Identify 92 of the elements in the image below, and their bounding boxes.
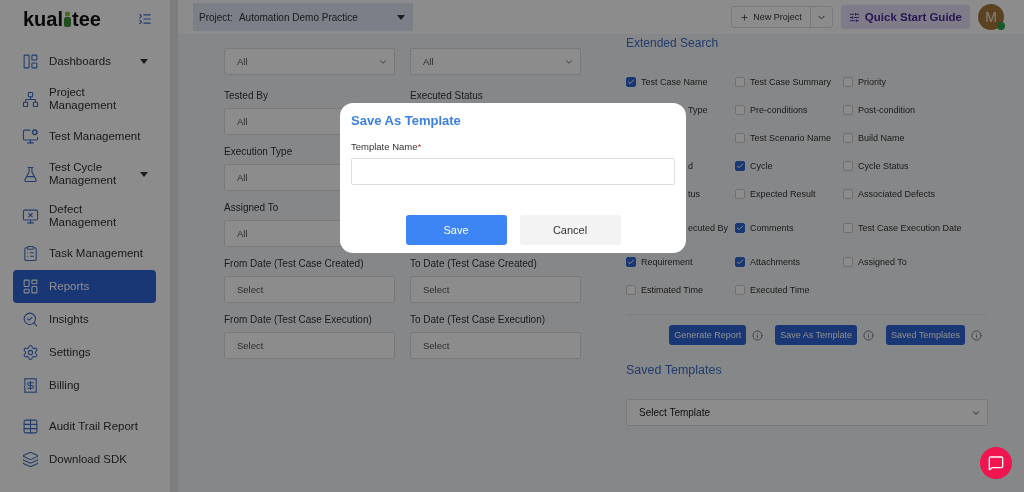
nav-icon: [22, 90, 39, 108]
sidebar-item[interactable]: Task Management: [13, 237, 156, 270]
field-label: To Date (Test Case Execution): [410, 314, 546, 327]
checkbox[interactable]: [735, 257, 745, 267]
sidebar-item[interactable]: Defect Management: [13, 195, 156, 237]
status-dot: [997, 22, 1005, 30]
collapse-menu-icon[interactable]: [138, 12, 152, 26]
caret-icon: [140, 171, 148, 177]
cancel-button[interactable]: Cancel: [519, 215, 621, 245]
info-icon[interactable]: [863, 329, 875, 341]
checkbox-label: Test Case Summary: [750, 76, 832, 88]
field-label: From Date (Test Case Execution): [224, 314, 372, 327]
checkbox[interactable]: [735, 223, 745, 233]
sidebar-item[interactable]: Project Management: [13, 78, 156, 120]
chat-icon: [988, 455, 1004, 471]
checkbox[interactable]: [626, 77, 636, 87]
nav-icon: [22, 377, 39, 394]
checkbox-label: Cycle Status: [858, 160, 909, 172]
quick-start-button[interactable]: Quick Start Guide: [840, 5, 970, 29]
nav-icon: [22, 245, 39, 262]
checkbox-label: Test Case Execution Date: [858, 222, 962, 234]
avatar[interactable]: M: [978, 4, 1004, 30]
checkbox-label: Associated Defects: [858, 188, 936, 200]
info-icon[interactable]: [752, 329, 764, 341]
save-button[interactable]: Save: [405, 215, 507, 245]
checkbox-label: Post-condition: [858, 104, 916, 116]
checkbox-label: Attachments: [750, 256, 801, 268]
checkbox-label: Assigned To: [858, 256, 907, 268]
nav-icon: [22, 207, 39, 225]
sidebar-item[interactable]: Download SDK: [13, 443, 156, 476]
action-button[interactable]: Save As Template: [775, 325, 858, 345]
info-icon[interactable]: [971, 329, 982, 341]
chat-button[interactable]: [980, 447, 1012, 479]
sidebar-item[interactable]: Dashboards: [13, 45, 156, 78]
template-name-field[interactable]: [351, 158, 675, 185]
section-title: Extended Search: [626, 36, 720, 50]
field-label: Executed Status: [410, 90, 483, 103]
field-label: Assigned To: [224, 202, 279, 215]
sidebar-item[interactable]: Settings: [13, 336, 156, 369]
logo: kual tee: [23, 7, 101, 31]
section-title: Saved Templates: [626, 363, 723, 377]
field-label: To Date (Test Case Created): [410, 258, 537, 271]
action-button[interactable]: Saved Templates: [886, 325, 965, 345]
sliders-icon: [848, 11, 860, 23]
select-field[interactable]: Select: [224, 276, 395, 303]
sidebar-item[interactable]: Reports: [13, 270, 156, 303]
sidebar-item[interactable]: Test Cycle Management: [13, 153, 156, 195]
checkbox-label: Test Scenario Name: [750, 132, 832, 144]
nav-icon: [22, 165, 39, 183]
sidebar-item[interactable]: Insights: [13, 303, 156, 336]
checkbox[interactable]: [735, 161, 745, 171]
nav-icon: [22, 311, 39, 328]
checkbox-label: Type: [688, 105, 708, 115]
checkbox-label: Test Case Name: [641, 76, 708, 88]
checkbox-label: d: [688, 161, 693, 171]
select-field[interactable]: All: [410, 48, 581, 75]
select-field[interactable]: Select: [224, 332, 395, 359]
nav-icon: [22, 128, 39, 145]
nav-icon: [22, 418, 39, 435]
checkbox-label: ecuted By: [688, 223, 729, 233]
nav-icon: [22, 451, 39, 468]
checkbox-label: Expected Result: [750, 188, 816, 200]
select-field[interactable]: All: [224, 48, 395, 75]
sidebar-item[interactable]: Test Management: [13, 120, 156, 153]
checkbox-label: Priority: [858, 76, 886, 88]
checkbox-label: Pre-conditions: [750, 104, 808, 116]
caret-icon: [397, 14, 405, 20]
checkbox-label: Estimated Time: [641, 284, 704, 296]
select-field[interactable]: Select: [410, 332, 581, 359]
field-label: From Date (Test Case Created): [224, 258, 364, 271]
template-select[interactable]: Select Template: [626, 399, 988, 426]
project-selector[interactable]: Project: Automation Demo Practice: [193, 3, 413, 31]
sidebar-item[interactable]: Audit Trail Report: [13, 410, 156, 443]
plus-icon: [740, 12, 750, 22]
nav-icon: [22, 278, 39, 295]
checkbox-label: tus: [688, 189, 700, 199]
robot-icon: [63, 11, 73, 27]
sidebar-item[interactable]: Billing: [13, 369, 156, 402]
checkbox[interactable]: [626, 257, 636, 267]
checkbox-label: Requirement: [641, 256, 693, 268]
select-field[interactable]: Select: [410, 276, 581, 303]
checkbox-label: Cycle: [750, 160, 773, 172]
nav-icon: [22, 53, 39, 70]
nav-icon: [22, 344, 39, 361]
field-label: Template Name*: [351, 141, 423, 152]
action-button[interactable]: Generate Report: [669, 325, 747, 345]
caret-icon: [140, 59, 148, 64]
checkbox-label: Comments: [750, 222, 794, 234]
field-label: Tested By: [224, 90, 268, 103]
field-label: Execution Type: [224, 146, 293, 159]
checkbox-label: Build Name: [858, 132, 905, 144]
checkbox-label: Executed Time: [750, 284, 810, 296]
